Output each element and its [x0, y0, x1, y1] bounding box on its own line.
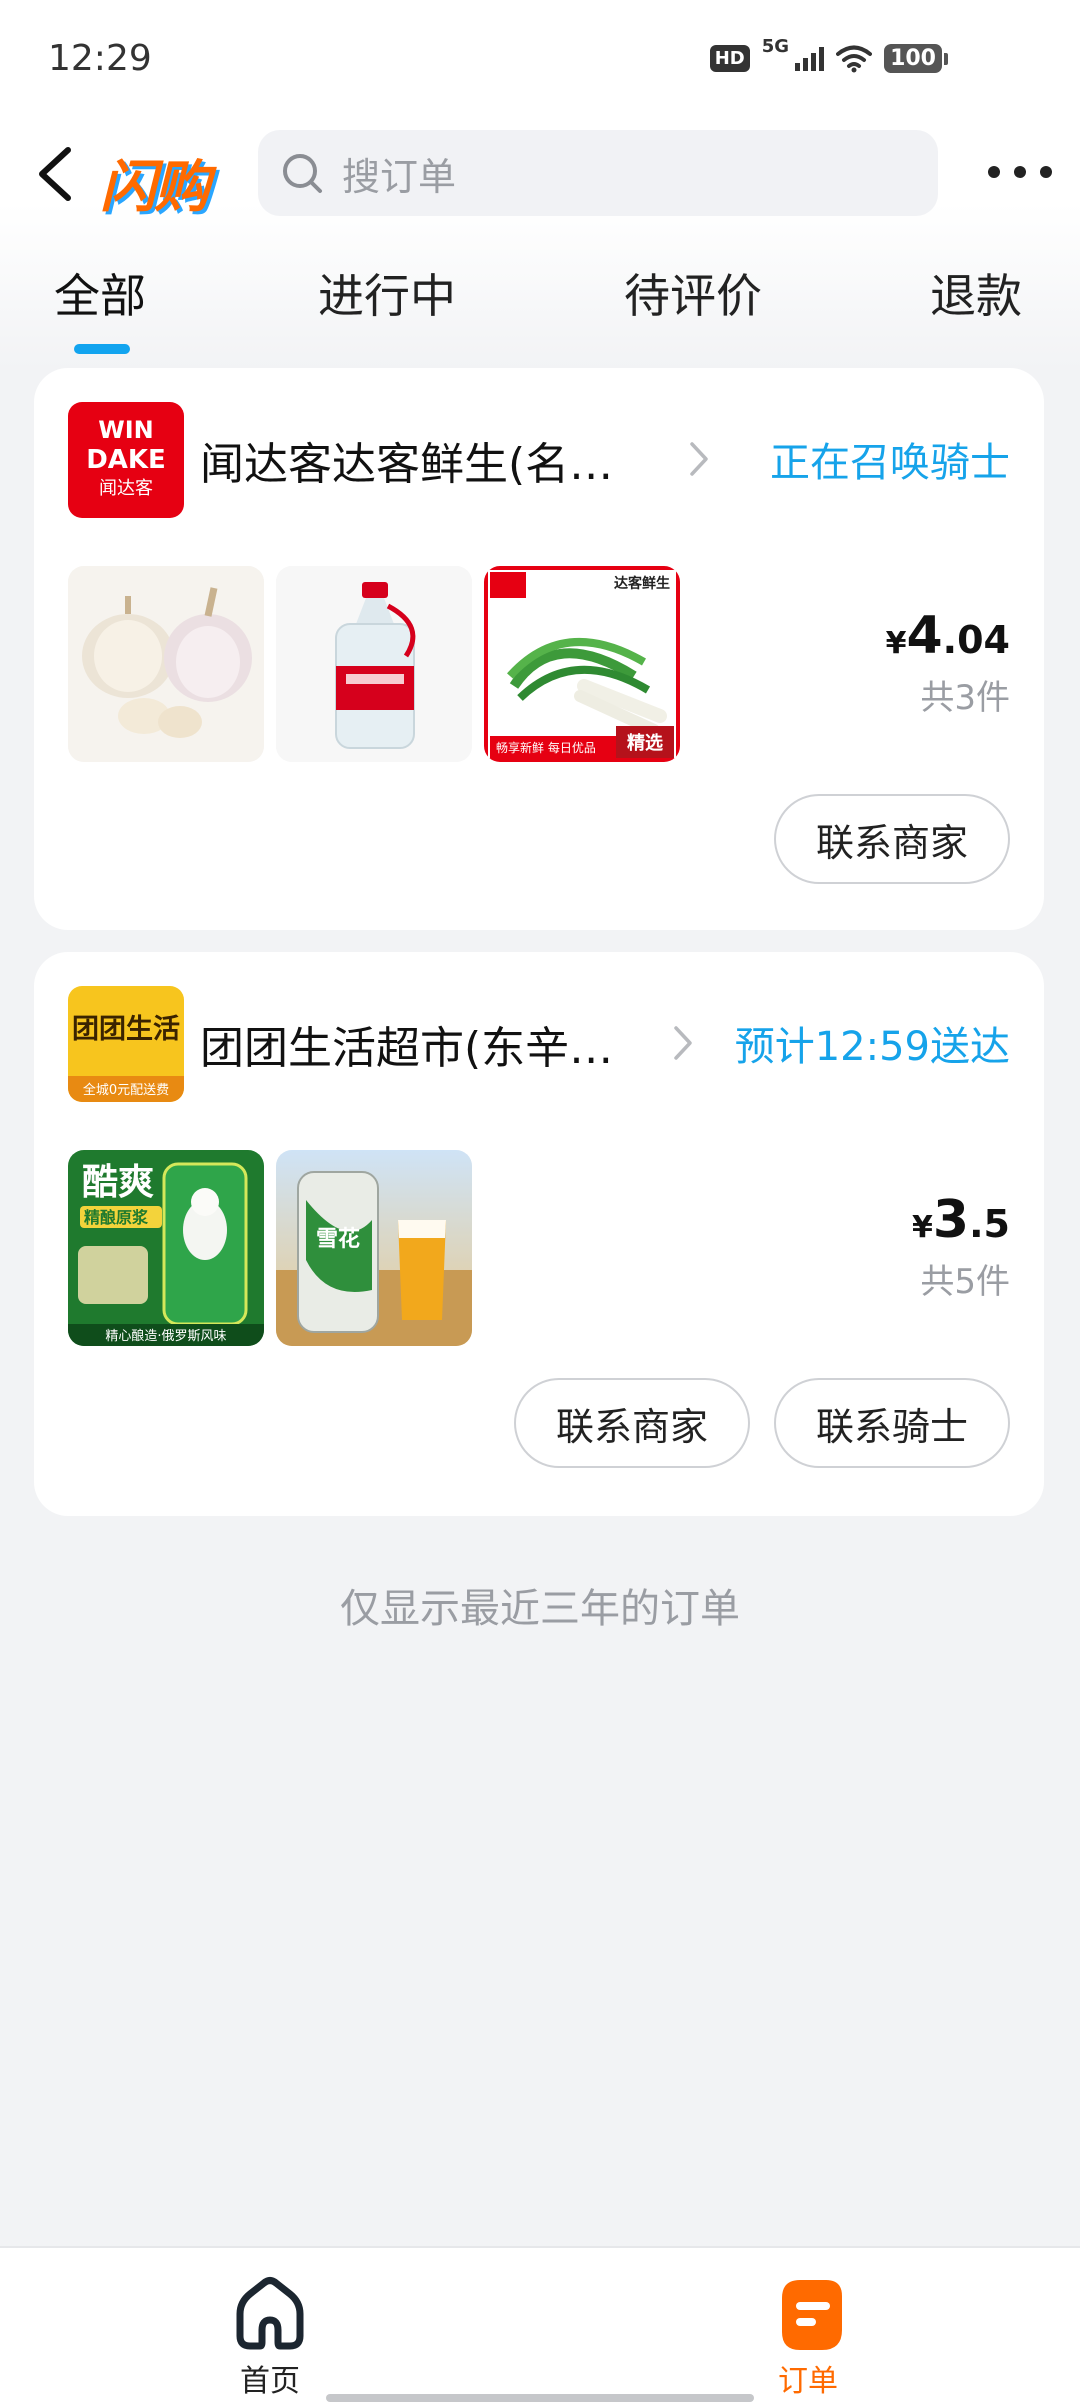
wifi-icon: [836, 45, 873, 72]
battery-icon: 100: [884, 44, 948, 73]
store-logo-line2: 全城0元配送费: [83, 1082, 169, 1098]
brand-logo-text: 闪购: [100, 155, 210, 220]
item-count: 共5件: [920, 1262, 1010, 1302]
history-footnote: 仅显示最近三年的订单: [340, 1586, 740, 1632]
product-image-scallion: 达客鲜生 畅享新鲜 每日优品 精选: [484, 566, 680, 762]
order-status: 正在召唤骑士: [770, 440, 1010, 486]
chevron-right-icon: [674, 1026, 692, 1060]
product-thumbnails[interactable]: 酷爽 精酿原浆 精心酿造·俄罗斯风味 雪花: [68, 1150, 472, 1346]
thumb-can-text: 雪花: [316, 1226, 360, 1252]
search-input[interactable]: 搜订单: [258, 130, 938, 216]
hd-badge: HD: [709, 45, 750, 72]
order-status: 预计12:59送达: [734, 1024, 1010, 1070]
active-tab-indicator: [74, 344, 130, 354]
contact-rider-button[interactable]: 联系骑士: [774, 1378, 1010, 1468]
order-card[interactable]: WIN DAKE 闻达客 闻达客达客鲜生(名… 正在召唤骑士 达客鲜生 畅享新鲜…: [34, 368, 1044, 930]
product-image-garlic: [68, 566, 264, 762]
thumb-badge: 精选: [627, 732, 663, 754]
store-name[interactable]: 闻达客达客鲜生(名…: [200, 428, 613, 492]
tab-to-review[interactable]: 待评价: [624, 260, 762, 326]
product-image-beer-can: 酷爽 精酿原浆 精心酿造·俄罗斯风味: [68, 1150, 264, 1346]
contact-merchant-button[interactable]: 联系商家: [774, 794, 1010, 884]
item-count: 共3件: [920, 678, 1010, 718]
nav-item-home[interactable]: 首页: [210, 2274, 330, 2400]
product-image-beer-glass: 雪花: [276, 1150, 472, 1346]
thumb-title: 酷爽: [82, 1162, 154, 1203]
store-name[interactable]: 团团生活超市(东辛…: [200, 1012, 613, 1076]
home-indicator: [326, 2394, 754, 2402]
signal-icon: [795, 46, 825, 71]
order-price: ¥3.5: [912, 1190, 1010, 1250]
order-price: ¥4.04: [885, 606, 1010, 666]
back-arrow-icon[interactable]: [28, 142, 84, 206]
nav-label-home: 首页: [240, 2364, 300, 2399]
more-options-icon[interactable]: [988, 142, 1052, 202]
store-logo: 团团生活 全城0元配送费: [68, 986, 184, 1102]
brand-logo: 闪购: [100, 142, 232, 220]
thumb-footer: 畅享新鲜 每日优品: [496, 740, 596, 755]
tab-in-progress[interactable]: 进行中: [318, 260, 456, 326]
status-icons: HD 5G 100: [709, 36, 948, 73]
tab-refund[interactable]: 退款: [930, 260, 1022, 326]
store-logo: WIN DAKE 闻达客: [68, 402, 184, 518]
store-logo-line3: 闻达客: [99, 478, 153, 499]
network-type: 5G: [761, 36, 790, 57]
search-icon: [283, 154, 322, 193]
store-logo-line1: WIN: [98, 416, 154, 444]
thumb-footer: 精心酿造·俄罗斯风味: [105, 1328, 226, 1344]
product-thumbnails[interactable]: 达客鲜生 畅享新鲜 每日优品 精选: [68, 566, 680, 762]
bottom-navigation: 首页 订单: [0, 2246, 1080, 2408]
chevron-right-icon: [690, 442, 708, 476]
product-image-water: [276, 566, 472, 762]
contact-merchant-button[interactable]: 联系商家: [514, 1378, 750, 1468]
thumb-tag: 达客鲜生: [614, 575, 670, 592]
order-card[interactable]: 团团生活 全城0元配送费 团团生活超市(东辛… 预计12:59送达 酷爽 精酿原…: [34, 952, 1044, 1516]
status-bar: 12:29 HD 5G 100: [0, 0, 1080, 120]
tab-all[interactable]: 全部: [54, 260, 146, 326]
home-icon: [236, 2277, 304, 2350]
thumb-subtitle: 精酿原浆: [84, 1208, 149, 1227]
search-placeholder: 搜订单: [342, 154, 457, 199]
app-header: 闪购 搜订单: [0, 128, 1080, 220]
nav-item-orders[interactable]: 订单: [748, 2274, 868, 2400]
order-tabs: 全部 进行中 待评价 退款: [0, 260, 1080, 354]
store-logo-line2: DAKE: [86, 445, 166, 475]
orders-icon: [782, 2280, 842, 2350]
store-logo-line1: 团团生活: [72, 1014, 180, 1045]
status-time: 12:29: [48, 38, 152, 79]
nav-label-orders: 订单: [778, 2364, 838, 2399]
